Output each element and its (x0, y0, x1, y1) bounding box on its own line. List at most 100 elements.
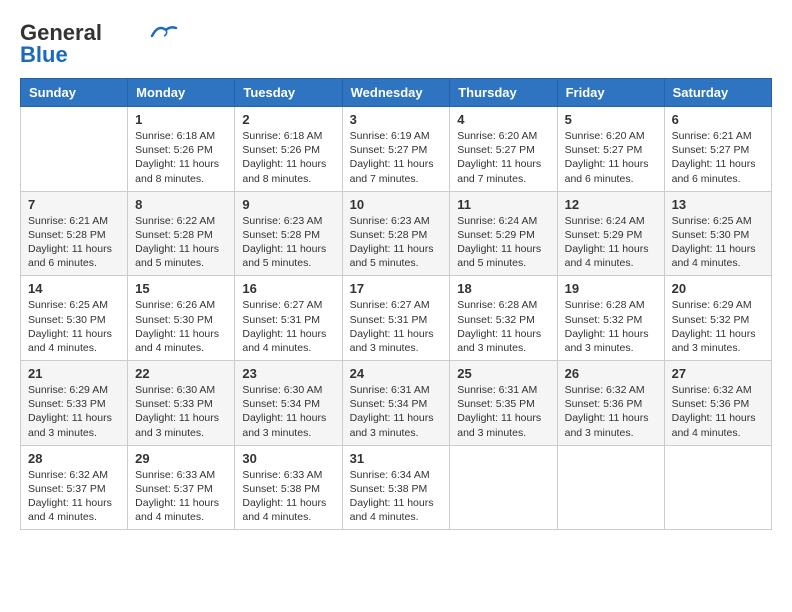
calendar-cell: 7 Sunrise: 6:21 AMSunset: 5:28 PMDayligh… (21, 191, 128, 276)
week-row-2: 7 Sunrise: 6:21 AMSunset: 5:28 PMDayligh… (21, 191, 772, 276)
day-info: Sunrise: 6:27 AMSunset: 5:31 PMDaylight:… (350, 299, 434, 354)
day-info: Sunrise: 6:30 AMSunset: 5:33 PMDaylight:… (135, 384, 219, 439)
day-info: Sunrise: 6:20 AMSunset: 5:27 PMDaylight:… (457, 130, 541, 185)
day-number: 4 (457, 112, 549, 127)
day-number: 8 (135, 197, 227, 212)
day-number: 25 (457, 366, 549, 381)
calendar-cell: 4 Sunrise: 6:20 AMSunset: 5:27 PMDayligh… (450, 107, 557, 192)
day-info: Sunrise: 6:24 AMSunset: 5:29 PMDaylight:… (457, 215, 541, 270)
day-number: 21 (28, 366, 120, 381)
calendar-table: SundayMondayTuesdayWednesdayThursdayFrid… (20, 78, 772, 530)
calendar-cell: 13 Sunrise: 6:25 AMSunset: 5:30 PMDaylig… (664, 191, 771, 276)
calendar-cell: 14 Sunrise: 6:25 AMSunset: 5:30 PMDaylig… (21, 276, 128, 361)
day-number: 31 (350, 451, 443, 466)
day-number: 3 (350, 112, 443, 127)
column-header-thursday: Thursday (450, 79, 557, 107)
day-number: 14 (28, 281, 120, 296)
logo: General Blue (20, 20, 178, 68)
day-info: Sunrise: 6:27 AMSunset: 5:31 PMDaylight:… (242, 299, 326, 354)
day-info: Sunrise: 6:26 AMSunset: 5:30 PMDaylight:… (135, 299, 219, 354)
week-row-1: 1 Sunrise: 6:18 AMSunset: 5:26 PMDayligh… (21, 107, 772, 192)
day-number: 24 (350, 366, 443, 381)
calendar-cell: 26 Sunrise: 6:32 AMSunset: 5:36 PMDaylig… (557, 361, 664, 446)
day-info: Sunrise: 6:24 AMSunset: 5:29 PMDaylight:… (565, 215, 649, 270)
calendar-cell: 6 Sunrise: 6:21 AMSunset: 5:27 PMDayligh… (664, 107, 771, 192)
day-info: Sunrise: 6:29 AMSunset: 5:32 PMDaylight:… (672, 299, 756, 354)
day-number: 9 (242, 197, 334, 212)
day-number: 16 (242, 281, 334, 296)
day-number: 29 (135, 451, 227, 466)
day-info: Sunrise: 6:32 AMSunset: 5:36 PMDaylight:… (672, 384, 756, 439)
calendar-cell: 5 Sunrise: 6:20 AMSunset: 5:27 PMDayligh… (557, 107, 664, 192)
calendar-cell: 9 Sunrise: 6:23 AMSunset: 5:28 PMDayligh… (235, 191, 342, 276)
day-info: Sunrise: 6:31 AMSunset: 5:35 PMDaylight:… (457, 384, 541, 439)
calendar-cell: 3 Sunrise: 6:19 AMSunset: 5:27 PMDayligh… (342, 107, 450, 192)
day-info: Sunrise: 6:18 AMSunset: 5:26 PMDaylight:… (135, 130, 219, 185)
logo-bird-icon (150, 22, 178, 40)
week-row-5: 28 Sunrise: 6:32 AMSunset: 5:37 PMDaylig… (21, 445, 772, 530)
calendar-cell: 11 Sunrise: 6:24 AMSunset: 5:29 PMDaylig… (450, 191, 557, 276)
day-info: Sunrise: 6:20 AMSunset: 5:27 PMDaylight:… (565, 130, 649, 185)
calendar-cell: 29 Sunrise: 6:33 AMSunset: 5:37 PMDaylig… (128, 445, 235, 530)
logo-blue: Blue (20, 42, 68, 68)
day-info: Sunrise: 6:21 AMSunset: 5:27 PMDaylight:… (672, 130, 756, 185)
column-header-wednesday: Wednesday (342, 79, 450, 107)
calendar-cell (21, 107, 128, 192)
calendar-cell: 10 Sunrise: 6:23 AMSunset: 5:28 PMDaylig… (342, 191, 450, 276)
day-number: 23 (242, 366, 334, 381)
day-info: Sunrise: 6:28 AMSunset: 5:32 PMDaylight:… (565, 299, 649, 354)
calendar-cell: 12 Sunrise: 6:24 AMSunset: 5:29 PMDaylig… (557, 191, 664, 276)
day-info: Sunrise: 6:31 AMSunset: 5:34 PMDaylight:… (350, 384, 434, 439)
calendar-cell: 17 Sunrise: 6:27 AMSunset: 5:31 PMDaylig… (342, 276, 450, 361)
calendar-cell (664, 445, 771, 530)
day-info: Sunrise: 6:18 AMSunset: 5:26 PMDaylight:… (242, 130, 326, 185)
calendar-cell: 8 Sunrise: 6:22 AMSunset: 5:28 PMDayligh… (128, 191, 235, 276)
column-header-sunday: Sunday (21, 79, 128, 107)
day-number: 26 (565, 366, 657, 381)
day-info: Sunrise: 6:19 AMSunset: 5:27 PMDaylight:… (350, 130, 434, 185)
day-info: Sunrise: 6:23 AMSunset: 5:28 PMDaylight:… (242, 215, 326, 270)
calendar-cell: 28 Sunrise: 6:32 AMSunset: 5:37 PMDaylig… (21, 445, 128, 530)
day-info: Sunrise: 6:22 AMSunset: 5:28 PMDaylight:… (135, 215, 219, 270)
calendar-cell: 22 Sunrise: 6:30 AMSunset: 5:33 PMDaylig… (128, 361, 235, 446)
column-header-tuesday: Tuesday (235, 79, 342, 107)
calendar-cell: 24 Sunrise: 6:31 AMSunset: 5:34 PMDaylig… (342, 361, 450, 446)
day-info: Sunrise: 6:21 AMSunset: 5:28 PMDaylight:… (28, 215, 112, 270)
day-number: 2 (242, 112, 334, 127)
day-number: 28 (28, 451, 120, 466)
day-number: 17 (350, 281, 443, 296)
day-number: 15 (135, 281, 227, 296)
day-number: 1 (135, 112, 227, 127)
calendar-cell: 31 Sunrise: 6:34 AMSunset: 5:38 PMDaylig… (342, 445, 450, 530)
day-number: 5 (565, 112, 657, 127)
calendar-cell: 21 Sunrise: 6:29 AMSunset: 5:33 PMDaylig… (21, 361, 128, 446)
day-number: 20 (672, 281, 764, 296)
day-info: Sunrise: 6:32 AMSunset: 5:36 PMDaylight:… (565, 384, 649, 439)
calendar-cell (450, 445, 557, 530)
day-info: Sunrise: 6:30 AMSunset: 5:34 PMDaylight:… (242, 384, 326, 439)
calendar-cell: 25 Sunrise: 6:31 AMSunset: 5:35 PMDaylig… (450, 361, 557, 446)
day-info: Sunrise: 6:33 AMSunset: 5:38 PMDaylight:… (242, 469, 326, 524)
calendar-cell: 16 Sunrise: 6:27 AMSunset: 5:31 PMDaylig… (235, 276, 342, 361)
day-info: Sunrise: 6:25 AMSunset: 5:30 PMDaylight:… (672, 215, 756, 270)
day-number: 12 (565, 197, 657, 212)
day-info: Sunrise: 6:28 AMSunset: 5:32 PMDaylight:… (457, 299, 541, 354)
column-header-friday: Friday (557, 79, 664, 107)
calendar-cell: 2 Sunrise: 6:18 AMSunset: 5:26 PMDayligh… (235, 107, 342, 192)
day-number: 11 (457, 197, 549, 212)
day-info: Sunrise: 6:33 AMSunset: 5:37 PMDaylight:… (135, 469, 219, 524)
calendar-cell: 23 Sunrise: 6:30 AMSunset: 5:34 PMDaylig… (235, 361, 342, 446)
calendar-cell: 1 Sunrise: 6:18 AMSunset: 5:26 PMDayligh… (128, 107, 235, 192)
day-info: Sunrise: 6:25 AMSunset: 5:30 PMDaylight:… (28, 299, 112, 354)
calendar-cell: 27 Sunrise: 6:32 AMSunset: 5:36 PMDaylig… (664, 361, 771, 446)
header-row: SundayMondayTuesdayWednesdayThursdayFrid… (21, 79, 772, 107)
day-number: 10 (350, 197, 443, 212)
week-row-4: 21 Sunrise: 6:29 AMSunset: 5:33 PMDaylig… (21, 361, 772, 446)
calendar-cell: 19 Sunrise: 6:28 AMSunset: 5:32 PMDaylig… (557, 276, 664, 361)
day-number: 19 (565, 281, 657, 296)
day-number: 27 (672, 366, 764, 381)
day-number: 7 (28, 197, 120, 212)
day-info: Sunrise: 6:29 AMSunset: 5:33 PMDaylight:… (28, 384, 112, 439)
week-row-3: 14 Sunrise: 6:25 AMSunset: 5:30 PMDaylig… (21, 276, 772, 361)
calendar-cell (557, 445, 664, 530)
